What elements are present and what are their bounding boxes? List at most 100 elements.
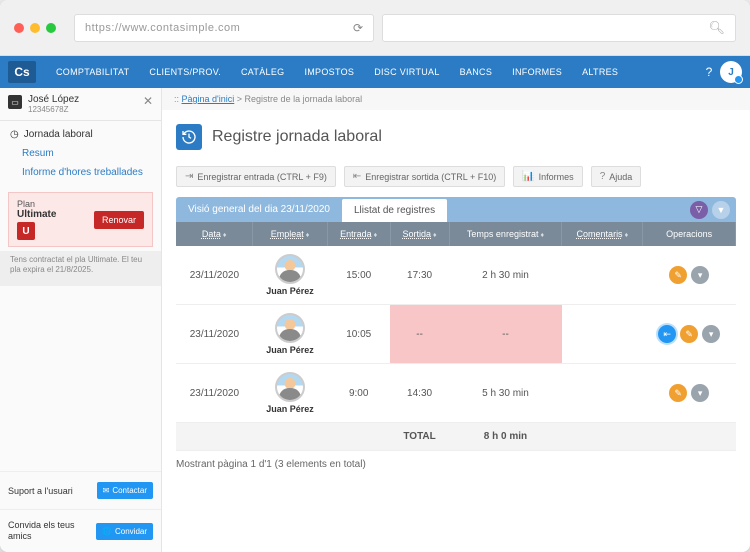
- clock-icon: ◷: [10, 129, 19, 140]
- col-out[interactable]: Sortida♦: [390, 222, 449, 246]
- cell-ops: ✎▾: [643, 246, 736, 305]
- logout-icon: ⇤: [353, 171, 361, 182]
- support-row: Suport a l'usuari ✉ Contactar: [0, 471, 161, 509]
- col-comments[interactable]: Comentaris♦: [562, 222, 643, 246]
- nav-impostos[interactable]: IMPOSTOS: [294, 56, 364, 88]
- help-icon[interactable]: ?: [698, 61, 720, 83]
- nav-cataleg[interactable]: CATÀLEG: [231, 56, 294, 88]
- cell-time: 5 h 30 min: [449, 364, 562, 423]
- col-time[interactable]: Temps enregistrat♦: [449, 222, 562, 246]
- cell-employee: Juan Pérez: [253, 364, 328, 423]
- tab-overview[interactable]: Visió general del dia 23/11/2020: [176, 198, 342, 221]
- plan-name: Ultimate: [17, 209, 86, 220]
- nav-comptabilitat[interactable]: COMPTABILITAT: [46, 56, 139, 88]
- table-row: 23/11/2020Juan Pérez10:05----⇤✎▾: [176, 305, 736, 364]
- pager-text: Mostrant pàgina 1 d'1 (3 elements en tot…: [162, 451, 750, 478]
- user-id: 12345678Z: [28, 105, 137, 114]
- col-ops: Operacions: [643, 222, 736, 246]
- col-employee[interactable]: Empleat♦: [253, 222, 328, 246]
- chart-icon: 📊: [522, 171, 534, 182]
- edit-row-button[interactable]: ✎: [669, 266, 687, 284]
- main-content: :: Pàgina d'inici > Registre de la jorna…: [162, 88, 750, 552]
- plan-box: Plan Ultimate U Renovar: [8, 192, 153, 247]
- nav-informes[interactable]: INFORMES: [502, 56, 572, 88]
- total-row: TOTAL8 h 0 min: [176, 423, 736, 451]
- nav-altres[interactable]: ALTRES: [572, 56, 628, 88]
- reports-button[interactable]: 📊Informes: [513, 166, 582, 187]
- page-title: Registre jornada laboral: [212, 128, 382, 146]
- more-row-button[interactable]: ▾: [691, 266, 709, 284]
- search-icon: 🔍︎: [708, 20, 725, 36]
- breadcrumb-current: Registre de la jornada laboral: [245, 94, 363, 104]
- toolbar: ⇥Enregistrar entrada (CTRL + F9) ⇤Enregi…: [162, 166, 750, 197]
- cell-date: 23/11/2020: [176, 364, 253, 423]
- invite-button[interactable]: 🌐 Convidar: [96, 523, 153, 540]
- address-bar[interactable]: https://www.contasimple.com ⟳: [74, 14, 374, 42]
- cell-employee: Juan Pérez: [253, 305, 328, 364]
- table-row: 23/11/2020Juan Pérez9:0014:305 h 30 min✎…: [176, 364, 736, 423]
- total-label: TOTAL: [390, 423, 449, 451]
- checkout-button[interactable]: ⇤Enregistrar sortida (CTRL + F10): [344, 166, 505, 187]
- mail-icon: ✉: [103, 486, 110, 495]
- breadcrumb-home[interactable]: Pàgina d'inici: [182, 94, 235, 104]
- employee-name: Juan Pérez: [266, 286, 314, 296]
- browser-chrome: https://www.contasimple.com ⟳ 🔍︎: [0, 0, 750, 56]
- checkout-row-button[interactable]: ⇤: [658, 325, 676, 343]
- col-in[interactable]: Entrada♦: [327, 222, 390, 246]
- filter-toggle-icon[interactable]: ▽: [690, 201, 708, 219]
- refresh-icon[interactable]: ⟳: [353, 21, 363, 35]
- user-card-icon: ▭: [8, 95, 22, 109]
- browser-search[interactable]: 🔍︎: [382, 14, 736, 42]
- invite-row: Convida els teus amics 🌐 Convidar: [0, 509, 161, 552]
- cell-employee: Juan Pérez: [253, 246, 328, 305]
- app-logo[interactable]: Cs: [8, 61, 36, 83]
- user-name: José López: [28, 94, 137, 105]
- nav-disc-virtual[interactable]: DISC VIRTUAL: [364, 56, 449, 88]
- contact-button[interactable]: ✉ Contactar: [97, 482, 153, 499]
- minimize-window-icon[interactable]: [30, 23, 40, 33]
- close-window-icon[interactable]: [14, 23, 24, 33]
- cell-comments: [562, 364, 643, 423]
- cell-out: 17:30: [390, 246, 449, 305]
- sidebar-link-resum[interactable]: Resum: [0, 144, 161, 163]
- user-avatar[interactable]: J: [720, 61, 742, 83]
- edit-row-button[interactable]: ✎: [669, 384, 687, 402]
- checkin-button[interactable]: ⇥Enregistrar entrada (CTRL + F9): [176, 166, 336, 187]
- cell-ops: ✎▾: [643, 364, 736, 423]
- status-dot: [734, 75, 743, 84]
- login-icon: ⇥: [185, 171, 193, 182]
- total-value: 8 h 0 min: [449, 423, 562, 451]
- employee-avatar: [275, 372, 305, 402]
- breadcrumb: :: Pàgina d'inici > Registre de la jorna…: [162, 88, 750, 110]
- sidebar-section-jornada: ◷ Jornada laboral: [0, 121, 161, 144]
- more-row-button[interactable]: ▾: [702, 325, 720, 343]
- renew-button[interactable]: Renovar: [94, 211, 144, 229]
- filter-icon[interactable]: ▼: [712, 201, 730, 219]
- sidebar-link-informe[interactable]: Informe d'hores treballades: [0, 163, 161, 182]
- maximize-window-icon[interactable]: [46, 23, 56, 33]
- browser-window: https://www.contasimple.com ⟳ 🔍︎ Cs COMP…: [0, 0, 750, 552]
- cell-ops: ⇤✎▾: [643, 305, 736, 364]
- history-icon: [176, 124, 202, 150]
- employee-avatar: [275, 254, 305, 284]
- cell-out: 14:30: [390, 364, 449, 423]
- tab-list[interactable]: Llistat de registres: [342, 199, 447, 222]
- top-nav: Cs COMPTABILITAT CLIENTS/PROV. CATÀLEG I…: [0, 56, 750, 88]
- collapse-icon[interactable]: ✕: [143, 94, 153, 108]
- edit-row-button[interactable]: ✎: [680, 325, 698, 343]
- globe-icon: 🌐: [102, 527, 112, 536]
- support-label: Suport a l'usuari: [8, 486, 91, 497]
- cell-date: 23/11/2020: [176, 305, 253, 364]
- cell-in: 15:00: [327, 246, 390, 305]
- url-text: https://www.contasimple.com: [85, 22, 353, 34]
- col-date[interactable]: Data♦: [176, 222, 253, 246]
- more-row-button[interactable]: ▾: [691, 384, 709, 402]
- plan-badge: U: [17, 222, 35, 240]
- nav-bancs[interactable]: BANCS: [450, 56, 503, 88]
- nav-clients[interactable]: CLIENTS/PROV.: [139, 56, 231, 88]
- help-button[interactable]: ?Ajuda: [591, 166, 642, 187]
- sidebar: ▭ José López 12345678Z ✕ ◷ Jornada labor…: [0, 88, 162, 552]
- user-block: ▭ José López 12345678Z ✕: [0, 88, 161, 121]
- question-icon: ?: [600, 171, 606, 182]
- employee-name: Juan Pérez: [266, 404, 314, 414]
